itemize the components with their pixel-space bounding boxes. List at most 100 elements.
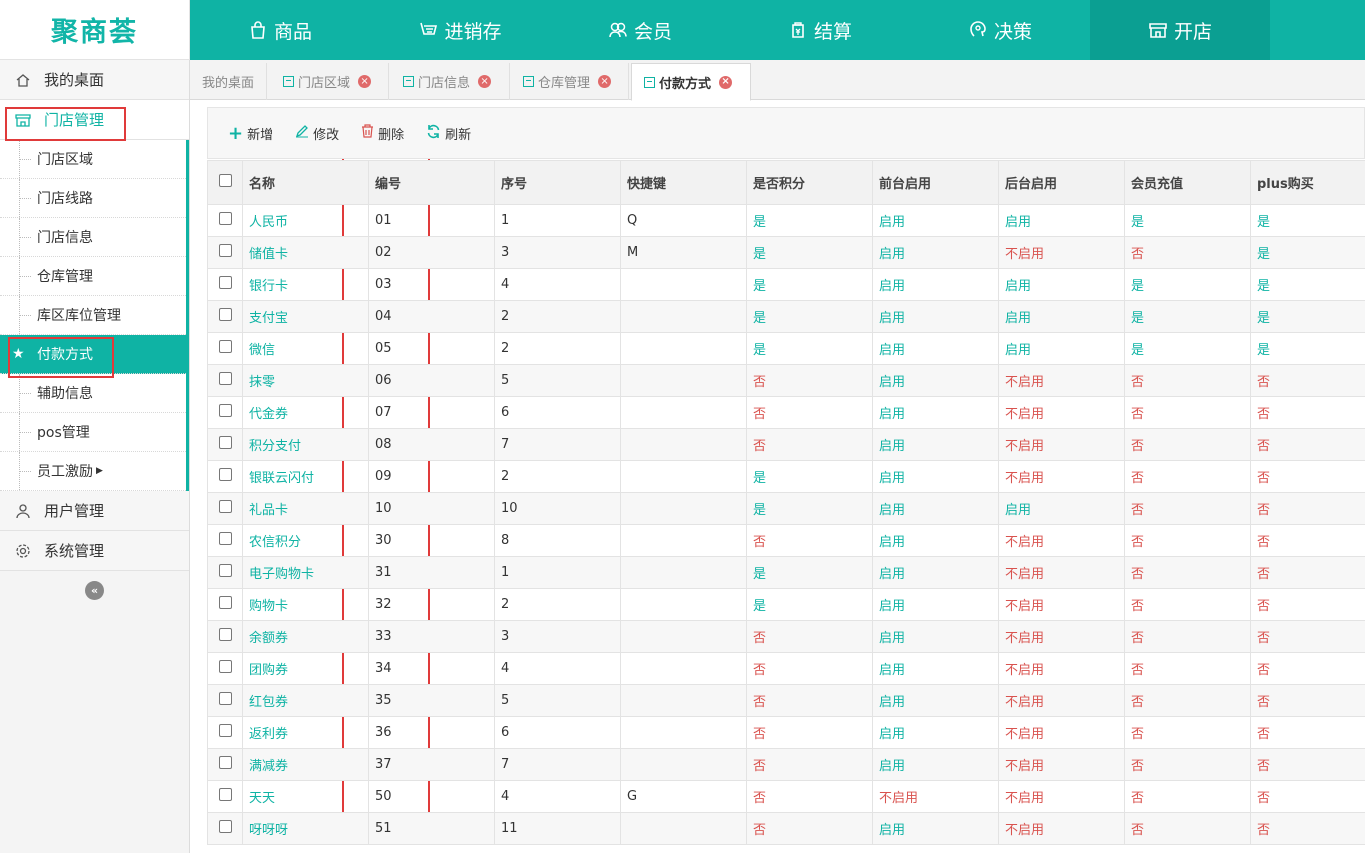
- table-row[interactable]: 人民币 01 1 Q 是启用 启用是是: [207, 204, 1365, 237]
- name-cell[interactable]: 积分支付: [242, 428, 369, 461]
- table-row[interactable]: 天天 50 4 G 否不启用 不启用否否: [207, 780, 1365, 813]
- close-icon[interactable]: ×: [719, 75, 733, 89]
- row-checkbox[interactable]: [207, 428, 243, 461]
- nav-decision[interactable]: 决策: [910, 0, 1090, 60]
- sidebar-item-pos[interactable]: pos管理: [0, 413, 186, 452]
- row-checkbox[interactable]: [207, 524, 243, 557]
- row-checkbox[interactable]: [207, 780, 243, 813]
- nav-goods[interactable]: 商品: [190, 0, 370, 60]
- row-checkbox[interactable]: [207, 396, 243, 429]
- name-cell[interactable]: 团购券: [242, 652, 369, 685]
- table-row[interactable]: 满减券 37 7 否启用 不启用否否: [207, 748, 1365, 781]
- name-cell[interactable]: 购物卡: [242, 588, 369, 621]
- table-row[interactable]: 积分支付 08 7 否启用 不启用否否: [207, 428, 1365, 461]
- sidebar-item-store-area[interactable]: 门店区域: [0, 140, 186, 179]
- row-checkbox[interactable]: [207, 236, 243, 269]
- column-header[interactable]: 名称: [242, 160, 369, 205]
- refresh-button[interactable]: 刷新: [426, 124, 471, 143]
- sidebar-group-desktop[interactable]: 我的桌面: [0, 60, 189, 100]
- name-cell[interactable]: 满减券: [242, 748, 369, 781]
- close-icon[interactable]: ×: [598, 75, 612, 88]
- sidebar-item-store-info[interactable]: 门店信息: [0, 218, 186, 257]
- brand-logo[interactable]: 聚商荟: [0, 0, 190, 60]
- row-checkbox[interactable]: [207, 204, 243, 237]
- name-cell[interactable]: 返利券: [242, 716, 369, 749]
- name-cell[interactable]: 抹零: [242, 364, 369, 397]
- edit-button[interactable]: 修改: [295, 124, 339, 143]
- sidebar-item-storage-location[interactable]: 库区库位管理: [0, 296, 186, 335]
- table-row[interactable]: 支付宝 04 2 是启用 启用是是: [207, 300, 1365, 333]
- name-cell[interactable]: 电子购物卡: [242, 556, 369, 589]
- table-row[interactable]: 银行卡 03 4 是启用 启用是是: [207, 268, 1365, 301]
- sidebar-group-store-management[interactable]: 门店管理: [0, 100, 189, 140]
- sidebar-item-store-route[interactable]: 门店线路: [0, 179, 186, 218]
- table-row[interactable]: 团购券 34 4 否启用 不启用否否: [207, 652, 1365, 685]
- tab-store-info[interactable]: 门店信息 ×: [391, 63, 510, 100]
- table-row[interactable]: 储值卡 02 3 M 是启用 不启用否是: [207, 236, 1365, 269]
- row-checkbox[interactable]: [207, 684, 243, 717]
- table-row[interactable]: 红包券 35 5 否启用 不启用否否: [207, 684, 1365, 717]
- table-row[interactable]: 余额券 33 3 否启用 不启用否否: [207, 620, 1365, 653]
- name-cell[interactable]: 微信: [242, 332, 369, 365]
- name-cell[interactable]: 红包券: [242, 684, 369, 717]
- table-row[interactable]: 银联云闪付 09 2 是启用 不启用否否: [207, 460, 1365, 493]
- name-cell[interactable]: 礼品卡: [242, 492, 369, 525]
- sidebar-group-system-management[interactable]: 系统管理: [0, 531, 189, 571]
- tab-desktop[interactable]: 我的桌面: [190, 63, 267, 100]
- name-cell[interactable]: 农信积分: [242, 524, 369, 557]
- table-row[interactable]: 电子购物卡 31 1 是启用 不启用否否: [207, 556, 1365, 589]
- row-checkbox[interactable]: [207, 652, 243, 685]
- column-header[interactable]: 序号: [494, 160, 621, 205]
- name-cell[interactable]: 储值卡: [242, 236, 369, 269]
- column-header[interactable]: 编号: [368, 160, 495, 205]
- sidebar-item-staff-incentive[interactable]: 员工激励 ▶: [0, 452, 186, 491]
- table-row[interactable]: 呀呀呀 51 11 否启用 不启用否否: [207, 812, 1365, 845]
- tab-warehouse[interactable]: 仓库管理 ×: [511, 63, 629, 100]
- row-checkbox[interactable]: [207, 588, 243, 621]
- column-header[interactable]: 快捷键: [620, 160, 747, 205]
- column-header[interactable]: 是否积分: [746, 160, 873, 205]
- sidebar-item-aux-info[interactable]: 辅助信息: [0, 374, 186, 413]
- column-header[interactable]: 后台启用: [998, 160, 1125, 205]
- double-chevron-left-icon[interactable]: «: [85, 581, 104, 600]
- table-row[interactable]: 购物卡 32 2 是启用 不启用否否: [207, 588, 1365, 621]
- nav-members[interactable]: 会员: [550, 0, 730, 60]
- name-cell[interactable]: 银行卡: [242, 268, 369, 301]
- row-checkbox[interactable]: [207, 812, 243, 845]
- name-cell[interactable]: 人民币: [242, 204, 369, 237]
- close-icon[interactable]: ×: [358, 75, 372, 88]
- tab-payment-method[interactable]: 付款方式 ×: [631, 63, 751, 101]
- name-cell[interactable]: 呀呀呀: [242, 812, 369, 845]
- delete-button[interactable]: 删除: [361, 124, 404, 143]
- row-checkbox[interactable]: [207, 748, 243, 781]
- name-cell[interactable]: 余额券: [242, 620, 369, 653]
- name-cell[interactable]: 代金券: [242, 396, 369, 429]
- row-checkbox[interactable]: [207, 300, 243, 333]
- row-checkbox[interactable]: [207, 460, 243, 493]
- table-row[interactable]: 农信积分 30 8 否启用 不启用否否: [207, 524, 1365, 557]
- column-header[interactable]: 前台启用: [872, 160, 999, 205]
- nav-settlement[interactable]: 结算: [730, 0, 910, 60]
- row-checkbox[interactable]: [207, 556, 243, 589]
- add-button[interactable]: + 新增: [228, 123, 273, 144]
- column-header[interactable]: plus购买: [1250, 160, 1365, 205]
- sidebar-item-warehouse[interactable]: 仓库管理: [0, 257, 186, 296]
- table-row[interactable]: 抹零 06 5 否启用 不启用否否: [207, 364, 1365, 397]
- row-checkbox[interactable]: [207, 492, 243, 525]
- row-checkbox[interactable]: [207, 620, 243, 653]
- sidebar-item-payment-method[interactable]: ★ 付款方式: [0, 335, 186, 374]
- select-all-checkbox[interactable]: [207, 160, 243, 205]
- name-cell[interactable]: 支付宝: [242, 300, 369, 333]
- nav-inventory[interactable]: 进销存: [370, 0, 550, 60]
- column-header[interactable]: 会员充值: [1124, 160, 1251, 205]
- row-checkbox[interactable]: [207, 332, 243, 365]
- close-icon[interactable]: ×: [478, 75, 492, 88]
- tab-store-area[interactable]: 门店区域 ×: [271, 63, 389, 100]
- table-row[interactable]: 返利券 36 6 否启用 不启用否否: [207, 716, 1365, 749]
- name-cell[interactable]: 天天: [242, 780, 369, 813]
- table-row[interactable]: 礼品卡 10 10 是启用 启用否否: [207, 492, 1365, 525]
- table-row[interactable]: 微信 05 2 是启用 启用是是: [207, 332, 1365, 365]
- sidebar-group-user-management[interactable]: 用户管理: [0, 491, 189, 531]
- name-cell[interactable]: 银联云闪付: [242, 460, 369, 493]
- row-checkbox[interactable]: [207, 716, 243, 749]
